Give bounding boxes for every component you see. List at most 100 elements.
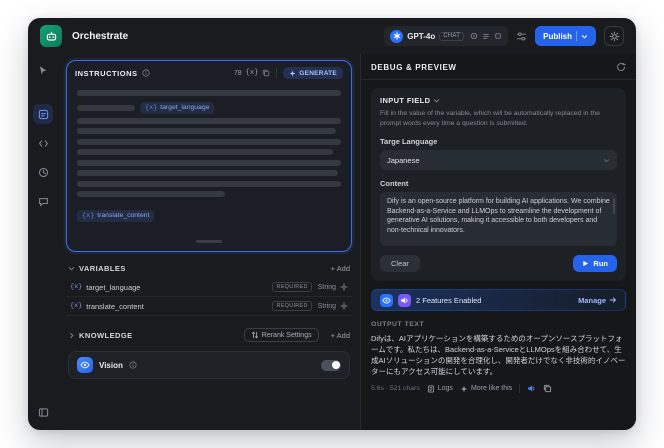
publish-label: Publish [543,31,572,41]
required-badge: REQUIRED [272,282,312,292]
scroll-indicator[interactable] [196,240,222,243]
instructions-card: INSTRUCTIONS 78 {x} GENERATE {x} target_… [66,60,352,252]
feature-vision-icon [380,293,393,307]
required-badge: REQUIRED [272,301,312,311]
skeleton-line [77,90,341,96]
variables-title: VARIABLES [79,264,126,273]
cursor-tool-icon[interactable] [33,60,53,80]
variable-type: String [317,302,336,310]
copy-output-icon[interactable] [543,384,552,393]
variable-row[interactable]: {x} target_language REQUIRED String [66,278,352,297]
logs-button[interactable]: Logs [427,385,453,393]
variable-type: String [317,283,336,291]
skeleton-line [77,138,341,145]
prompt-editor[interactable]: {x} target_language {x} translate_conten… [67,83,351,251]
collapse-panel-icon[interactable] [33,402,53,422]
logs-icon [427,385,434,392]
rail-item-orchestrate[interactable] [33,104,53,124]
toolbar-divider [519,384,521,393]
variable-row[interactable]: {x} translate_content REQUIRED String [66,297,352,316]
clear-button[interactable]: Clear [380,255,420,272]
chevron-down-icon[interactable] [68,265,75,272]
model-settings-sliders-icon[interactable] [516,31,527,42]
input-field-card: INPUT FIELD Fill in the value of the var… [371,88,626,281]
skeleton-line [77,191,225,197]
publish-button[interactable]: Publish [535,26,596,46]
openai-icon [390,29,404,43]
debug-preview-title: DEBUG & PREVIEW [371,62,457,72]
skeleton-line [77,149,334,155]
skeleton-line [77,180,341,187]
temperature-icon [470,32,478,40]
language-select[interactable]: Japanese [380,150,617,170]
skeleton-line [77,104,135,111]
tokens-icon [483,34,489,39]
language-label: Targe Language [380,137,438,146]
feature-tts-icon [398,293,411,307]
vision-toggle[interactable] [321,359,341,371]
run-button[interactable]: Run [573,255,617,272]
info-icon [141,69,150,77]
variable-braces-icon: {x} [70,302,83,310]
knowledge-title: KNOWLEDGE [79,330,133,340]
insert-variable-icon[interactable]: {x} [246,69,259,77]
variable-settings-icon[interactable] [340,302,348,310]
left-icon-rail [28,54,58,430]
skeleton-line [77,128,336,134]
content-textarea[interactable]: Dify is an open-source platform for buil… [380,192,617,246]
app-logo-icon[interactable] [40,25,62,47]
vision-eye-icon [77,357,93,373]
model-name: GPT-4o [407,31,436,41]
rail-item-api-access[interactable] [33,133,53,153]
rail-item-annotation[interactable] [33,191,53,211]
page-title: Orchestrate [72,30,129,42]
speaker-icon[interactable] [527,384,536,393]
skeleton-line [77,117,341,124]
orchestrate-panel: INSTRUCTIONS 78 {x} GENERATE {x} target_… [58,54,360,430]
add-variable-button[interactable]: + Add [331,264,350,273]
rerank-icon [251,331,258,339]
chevron-down-icon [581,34,588,39]
output-meta: 5.6s · 521 chars [371,385,420,392]
manage-features-button[interactable]: Manage [578,296,617,305]
more-like-this-button[interactable]: More like this [460,385,512,393]
chevron-down-icon [433,97,440,104]
app-window: Orchestrate GPT-4o CHAT Publish INSTRUCT… [28,18,636,430]
arrow-right-icon [609,297,617,303]
output-text-title: OUTPUT TEXT [371,321,425,328]
app-settings-button[interactable] [604,26,624,46]
stop-sequence-icon [495,33,501,39]
content-label: Content [380,179,409,188]
add-knowledge-button[interactable]: + Add [331,331,350,340]
variable-settings-icon[interactable] [340,283,348,291]
textarea-scrollbar[interactable] [613,198,615,214]
sparkle-icon [460,385,468,392]
model-selector[interactable]: GPT-4o CHAT [384,26,509,46]
copy-icon[interactable] [262,69,270,77]
top-bar: Orchestrate GPT-4o CHAT Publish [28,18,636,54]
vision-title: Vision [99,360,123,370]
sparkle-icon [289,69,296,77]
output-toolbar: 5.6s · 521 chars Logs More like this [371,384,626,393]
chevron-down-icon [603,157,610,164]
publish-divider [576,31,577,41]
debug-preview-panel: DEBUG & PREVIEW INPUT FIELD Fill in the … [360,54,636,430]
chevron-right-icon[interactable] [68,332,75,339]
play-icon [583,260,589,267]
variables-section-header: VARIABLES + Add [58,258,360,278]
generate-button[interactable]: GENERATE [283,67,343,79]
variable-chip-target-language[interactable]: {x} target_language [140,101,215,114]
input-field-header[interactable]: INPUT FIELD [380,96,617,105]
features-banner: 2 Features Enabled Manage [371,289,626,311]
rail-item-logs[interactable] [33,162,53,182]
rerank-settings-button[interactable]: Rerank Settings [243,328,319,342]
knowledge-section-header: KNOWLEDGE Rerank Settings + Add [58,322,360,347]
variable-chip-translate-content[interactable]: {x} translate_content [77,209,155,222]
refresh-icon[interactable] [616,62,626,72]
gear-icon [609,31,619,41]
model-param-icons [470,32,502,40]
instructions-title: INSTRUCTIONS [75,68,138,78]
header-divider [276,68,278,78]
variable-braces-icon: {x} [70,283,83,291]
input-field-description: Fill in the value of the variable, which… [380,110,600,127]
